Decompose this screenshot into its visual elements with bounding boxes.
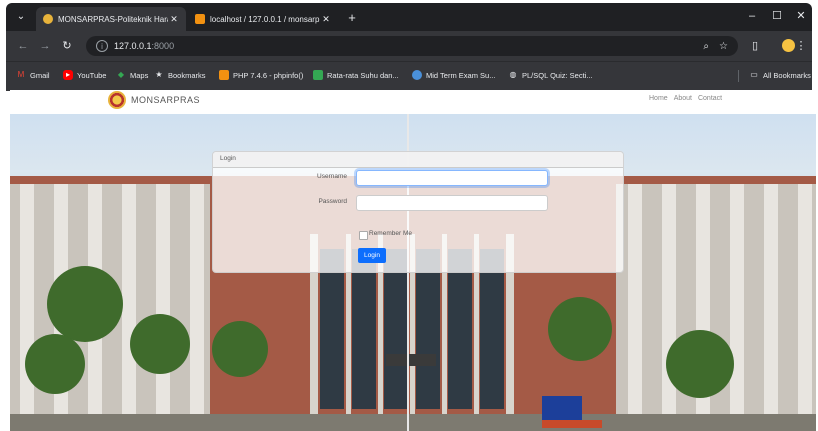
nav-about-link[interactable]: About [674,95,692,102]
nav-links: Home About Contact [649,95,722,102]
login-card: Login Username Password Remember Me Logi… [212,151,624,273]
monsarpras-favicon-icon [43,14,53,24]
brand-name: MONSARPRAS [131,95,201,105]
globe-icon: ◍ [509,70,517,79]
login-card-title: Login [220,155,236,162]
youtube-icon: ▸ [63,70,73,80]
bookmarks-bar: M Gmail ▸ YouTube ◆ Maps ★ Bookmarks PHP 7.4… [6,61,812,91]
gmail-icon: M [17,70,25,79]
php-icon [219,70,229,80]
bookmark-gmail[interactable]: M Gmail [16,70,50,80]
sheets-icon [313,70,323,80]
site-navbar: MONSARPRAS Home About Contact [10,90,816,114]
remember-me-label: Remember Me [369,230,412,237]
tab-title: localhost / 127.0.0.1 / monsarp [210,14,320,24]
tab-monsarpras[interactable]: MONSARPRAS-Politeknik Hara ✕ [36,7,186,31]
star-icon: ★ [155,70,163,79]
password-label: Password [318,198,347,205]
bookmark-phpinfo[interactable]: PHP 7.4.6 - phpinfo() [219,70,303,80]
profile-avatar[interactable] [782,39,795,52]
bookmark-plsql[interactable]: ◍ PL/SQL Quiz: Secti... [508,70,593,80]
close-window-icon[interactable]: ✕ [790,8,812,24]
bookmark-rata-rata[interactable]: Rata-rata Suhu dan... [313,70,399,80]
bookmark-bookmarks[interactable]: ★ Bookmarks [154,70,205,80]
menu-icon[interactable]: ⋮ [794,39,808,53]
phpmyadmin-favicon-icon [195,14,205,24]
close-tab-icon[interactable]: ✕ [168,14,180,25]
bookmark-youtube[interactable]: ▸ YouTube [63,70,106,80]
folder-icon: ▭ [750,70,758,79]
tab-title: MONSARPRAS-Politeknik Hara [58,14,168,24]
remember-me-checkbox[interactable] [359,231,368,240]
forward-icon[interactable]: → [38,39,52,53]
minimize-icon[interactable]: – [741,8,763,24]
tab-strip: ⌄ MONSARPRAS-Politeknik Hara ✕ localhost… [6,3,812,31]
password-input[interactable] [356,195,548,211]
nav-home-link[interactable]: Home [649,95,668,102]
nav-contact-link[interactable]: Contact [698,95,722,102]
login-button[interactable]: Login [358,248,386,263]
username-input[interactable] [356,170,548,186]
bookmark-maps[interactable]: ◆ Maps [116,70,148,80]
tab-search-icon[interactable]: ⌄ [14,10,28,24]
reload-icon[interactable]: ↻ [60,39,74,53]
bookmark-midterm[interactable]: Mid Term Exam Su... [412,70,495,80]
browser-window: ⌄ MONSARPRAS-Politeknik Hara ✕ localhost… [6,3,812,91]
address-bar[interactable]: i 127.0.0.1:8000 ⌕ ☆ [86,36,738,56]
bookmarks-divider [738,70,739,82]
tab-phpmyadmin[interactable]: localhost / 127.0.0.1 / monsarp ✕ [188,7,338,31]
back-icon[interactable]: ← [16,39,30,53]
site-brand[interactable]: MONSARPRAS [108,91,200,109]
web-page: MONSARPRAS Home About Contact Login User… [10,90,816,431]
close-tab-icon[interactable]: ✕ [320,14,332,25]
site-info-icon[interactable]: i [96,40,108,52]
extensions-icon[interactable]: ▯ [748,39,762,53]
bookmark-star-icon[interactable]: ☆ [719,41,728,52]
campus-background-image: Login Username Password Remember Me Logi… [10,114,816,431]
all-bookmarks[interactable]: ▭ All Bookmarks [749,70,811,80]
login-card-header: Login [213,152,623,168]
maximize-icon[interactable]: ☐ [766,8,788,24]
maps-icon: ◆ [117,70,125,79]
polytechnic-logo-icon [108,91,126,109]
browser-toolbar: ← → ↻ i 127.0.0.1:8000 ⌕ ☆ ▯ ⋮ [6,31,812,61]
url-text: 127.0.0.1:8000 [114,41,175,51]
zoom-icon[interactable]: ⌕ [703,41,709,52]
username-label: Username [317,173,347,180]
new-tab-icon[interactable]: + [345,11,359,25]
globe-icon [412,70,422,80]
